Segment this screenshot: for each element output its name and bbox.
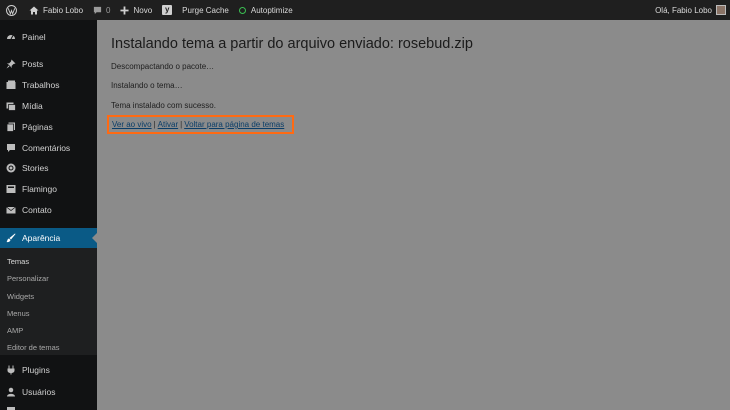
new-content-button[interactable]: Novo (115, 0, 157, 20)
menu-label: Mídia (22, 101, 43, 111)
appearance-submenu: Temas Personalizar Widgets Menus AMP Edi… (0, 248, 97, 355)
activate-link[interactable]: Ativar (158, 120, 178, 129)
admin-sidebar: Painel Posts Trabalhos Mídia Páginas Com… (0, 20, 97, 410)
brush-icon (6, 233, 16, 243)
menu-item-contato[interactable]: Contato (0, 200, 97, 220)
back-to-themes-link[interactable]: Voltar para página de temas (184, 120, 284, 129)
menu-item-stories[interactable]: Stories (0, 158, 97, 178)
admin-bar: Fabio Lobo 0 Novo y Purge Cache Autoptim… (0, 0, 730, 20)
site-name-link[interactable]: Fabio Lobo (24, 0, 88, 20)
menu-item-comentarios[interactable]: Comentários (0, 138, 97, 158)
plugin-icon (7, 365, 15, 375)
menu-label: Contato (22, 205, 52, 215)
submenu-item-personalizar[interactable]: Personalizar (7, 274, 49, 283)
link-separator: | (180, 120, 183, 129)
menu-label: Plugins (22, 365, 50, 375)
menu-label: Aparência (22, 233, 61, 243)
user-account-menu[interactable]: Olá, Fabio Lobo (650, 0, 730, 20)
menu-item-painel[interactable]: Painel (0, 27, 97, 47)
yoast-button[interactable]: y (157, 0, 177, 20)
stories-icon (6, 163, 16, 173)
comments-count: 0 (106, 5, 111, 15)
menu-label: Comentários (22, 143, 71, 153)
live-preview-link[interactable]: Ver ao vivo (112, 120, 152, 129)
wp-logo-button[interactable] (0, 0, 24, 20)
submenu-item-editor-de-temas[interactable]: Editor de temas (7, 343, 60, 352)
submenu-item-widgets[interactable]: Widgets (7, 292, 34, 301)
comment-bubble-icon (93, 6, 102, 14)
menu-label: Posts (22, 59, 44, 69)
user-greeting: Olá, Fabio Lobo (655, 5, 712, 15)
status-message-unpacking: Descompactando o pacote… (111, 62, 215, 71)
menu-label: Usuários (22, 387, 56, 397)
pages-icon (6, 122, 15, 132)
autoptimize-button[interactable]: Autoptimize (234, 0, 298, 20)
dashboard-icon (7, 35, 15, 40)
status-circle-icon (238, 6, 246, 14)
new-label: Novo (133, 5, 153, 15)
autoptimize-label: Autoptimize (250, 5, 293, 15)
action-links: Ver ao vivo | Ativar | Voltar para página de… (112, 120, 284, 129)
menu-item-posts[interactable]: Posts (0, 54, 97, 74)
link-separator: | (153, 120, 156, 129)
highlight-box: Ver ao vivo | Ativar | Voltar para página de… (107, 115, 294, 134)
users-icon (7, 387, 15, 397)
comments-link[interactable]: 0 (88, 0, 115, 20)
menu-label: Painel (22, 32, 46, 42)
purge-cache-label: Purge Cache (182, 5, 229, 15)
mail-icon (6, 206, 16, 214)
avatar (716, 5, 726, 15)
flamingo-icon (6, 185, 16, 193)
media-icon (6, 102, 16, 111)
wordpress-logo-icon (6, 4, 17, 16)
site-name: Fabio Lobo (43, 5, 84, 15)
menu-label: Flamingo (22, 184, 57, 194)
submenu-item-amp[interactable]: AMP (7, 326, 23, 335)
submenu-item-menus[interactable]: Menus (7, 309, 30, 318)
menu-label: Páginas (22, 122, 53, 132)
folders-icon (6, 80, 16, 89)
main-content: Instalando tema a partir do arquivo envi… (97, 20, 730, 410)
yoast-icon: y (162, 5, 173, 15)
menu-item-flamingo[interactable]: Flamingo (0, 179, 97, 199)
menu-item-midia[interactable]: Mídia (0, 96, 97, 116)
menu-label: Trabalhos (22, 80, 60, 90)
comments-icon (7, 144, 15, 152)
tools-icon (7, 407, 15, 410)
page-title: Instalando tema a partir do arquivo envi… (111, 36, 473, 52)
menu-item-usuarios[interactable]: Usuários (0, 382, 97, 402)
menu-item-trabalhos[interactable]: Trabalhos (0, 75, 97, 95)
menu-item-partial (0, 402, 97, 410)
plus-icon (120, 5, 130, 15)
menu-item-paginas[interactable]: Páginas (0, 117, 97, 137)
menu-item-aparencia[interactable]: Aparência (0, 228, 97, 248)
status-message-success: Tema instalado com sucesso. (111, 101, 216, 110)
pin-icon (6, 59, 16, 69)
status-message-installing: Instalando o tema… (111, 81, 183, 90)
submenu-item-temas[interactable]: Temas (7, 257, 29, 266)
menu-item-plugins[interactable]: Plugins (0, 360, 97, 380)
purge-cache-button[interactable]: Purge Cache (177, 0, 234, 20)
menu-label: Stories (22, 163, 49, 173)
home-icon (29, 6, 39, 14)
